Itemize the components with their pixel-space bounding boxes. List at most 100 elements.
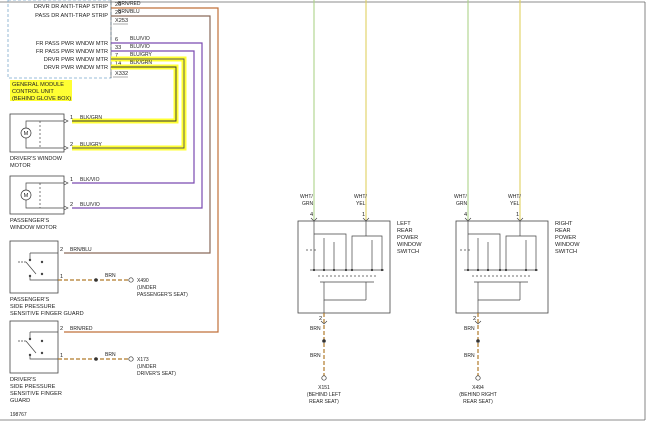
drv-guard-dot-3 [40,339,44,343]
right-switch-splice [476,339,480,343]
module-pin-6: 6 [115,37,118,43]
left-switch-in2-pin: 1 [362,212,365,218]
left-switch-name-2: REAR [397,228,413,234]
pass-motor-wire-2: BLU/VIO [80,202,100,208]
driver-motor-wire-2: BLU/GRY [80,142,103,148]
drv-guard-pin-1: 1 [60,353,63,359]
right-switch-name-1: RIGHT [555,221,573,227]
left-switch-node-2 [322,268,326,272]
pass-motor-m: M [24,193,29,199]
pass-guard-wire-1: BRN [105,273,116,279]
left-switch-ground-loc-1: (BEHIND LEFT [307,392,341,398]
left-switch-name-5: SWITCH [397,249,419,255]
left-switch-circuit [310,221,384,301]
passenger-window-motor: M 1 BLK/VIO 2 BLU/VIO PASSENGER'S WINDOW… [9,175,100,231]
right-switch-node-3 [486,268,490,272]
left-switch-dashed [306,249,378,277]
pass-guard-box [9,240,59,294]
pass-motor-conn [63,180,69,211]
drv-guard-ground-terminal [128,356,134,362]
left-switch-in2-wire-1: WHT/ [354,194,367,200]
wire-26-label: BRN/RED [118,1,141,7]
right-switch-out-pin: 2 [473,316,476,322]
left-switch-node-6 [370,268,374,272]
pass-motor-internal [25,182,64,209]
wire-33-label: BLU/VIO [130,44,150,50]
right-switch-node-1 [466,268,470,272]
right-switch-ground-terminal [475,375,481,381]
right-switch-node-6 [524,268,528,272]
driver-motor-internal [25,120,64,149]
right-switch-in1-wire-2: GRN [456,201,468,207]
wiring-diagram: DRVR DR ANTI-TRAP STRIP PASS DR ANTI-TRA… [0,0,646,421]
wire-29-label: BRN/BLU [118,9,140,15]
pass-guard-wire-2: BRN/BLU [70,247,92,253]
pass-guard-name-3: SENSITIVE FINGER GUARD [10,311,84,317]
left-switch-in1-pin: 4 [310,212,313,218]
pass-guard-dot-3 [40,260,44,264]
left-switch-in2-wire-2: YEL [356,201,366,207]
right-switch-in2-pin: 1 [516,212,519,218]
right-switch-out-wire-2: BRN [464,353,475,359]
module-row-label-3: FR PASS PWR WNDW MTR [36,41,108,47]
pass-guard-dot-2 [28,274,32,278]
pass-motor-name-1: PASSENGER'S [10,218,49,224]
drv-guard-ground-id: X173 [137,357,149,363]
driver-motor-pin-1: 1 [70,115,73,121]
driver-motor-box [9,113,65,153]
left-rear-window-switch: WHT/ GRN WHT/ YEL 4 1 LEFT REAR POWER WI… [297,0,422,405]
left-switch-node-4 [344,268,348,272]
left-switch-node-3 [332,268,336,272]
left-switch-in1-wire-1: WHT/ [300,194,313,200]
module-row-label-0: DRVR DR ANTI-TRAP STRIP [34,4,108,10]
drv-guard-pin-2: 2 [60,326,63,332]
pass-guard-dot-1 [28,258,32,262]
drv-guard-name-3: SENSITIVE FINGER [10,391,62,397]
right-switch-name-2: REAR [555,228,571,234]
right-switch-name-4: WINDOW [555,242,580,248]
left-switch-node-1 [312,268,316,272]
right-switch-ground-id: X494 [472,385,484,391]
pass-guard-ground-loc-1: (UNDER [137,285,157,291]
right-switch-node-2 [476,268,480,272]
drv-guard-name-4: GUARD [10,398,30,404]
drv-guard-ground-dot [94,357,98,361]
drv-guard-ground-loc-2: DRIVER'S SEAT) [137,371,176,377]
left-switch-ground-id: X151 [318,385,330,391]
module-name-line-3: (BEHIND GLOVE BOX) [12,96,71,102]
right-switch-name-5: SWITCH [555,249,577,255]
pass-guard-name-2: SIDE PRESSURE [10,304,56,310]
wire-14-label: BLK/GRN [130,60,152,66]
driver-motor-conn [63,118,69,151]
driver-motor-name-1: DRIVER'S WINDOW [10,156,63,162]
right-switch-name-3: POWER [555,235,576,241]
right-switch-box [455,220,549,314]
figure-id: 198767 [10,412,27,418]
right-switch-in2-wire-2: YEL [510,201,520,207]
pass-guard-ground-terminal [128,277,134,283]
left-switch-ground-loc-2: REAR SEAT) [309,399,339,405]
pass-guard-ground-dot [94,278,98,282]
pass-guard-dot-4 [40,272,44,276]
pass-motor-pin-1: 1 [70,177,73,183]
drv-guard-ground-loc-1: (UNDER [137,364,157,370]
module-name-line-1: GENERAL MODULE [12,82,64,88]
left-switch-name-4: WINDOW [397,242,422,248]
general-module: DRVR DR ANTI-TRAP STRIP PASS DR ANTI-TRA… [7,0,128,102]
drv-guard-dot-4 [40,351,44,355]
right-switch-ground-loc-2: REAR SEAT) [463,399,493,405]
pass-guard-pin-2: 2 [60,247,63,253]
drv-guard-dot-1 [28,337,32,341]
driver-motor-m: M [24,131,29,137]
pass-guard-ground-loc-2: PASSENGER'S SEAT) [137,292,188,298]
pass-motor-wire-1: BLK/VIO [80,177,100,183]
right-switch-in1-wire-1: WHT/ [454,194,467,200]
left-switch-out-wire-1: BRN [310,326,321,332]
right-switch-node-4 [498,268,502,272]
left-switch-in1-wire-2: GRN [302,201,314,207]
module-row-label-1: PASS DR ANTI-TRAP STRIP [35,13,108,19]
left-switch-name-3: POWER [397,235,418,241]
module-row-label-6: DRVR PWR WNDW MTR [44,65,108,71]
module-row-label-5: DRVR PWR WNDW MTR [44,57,108,63]
module-name-line-2: CONTROL UNIT [12,89,54,95]
